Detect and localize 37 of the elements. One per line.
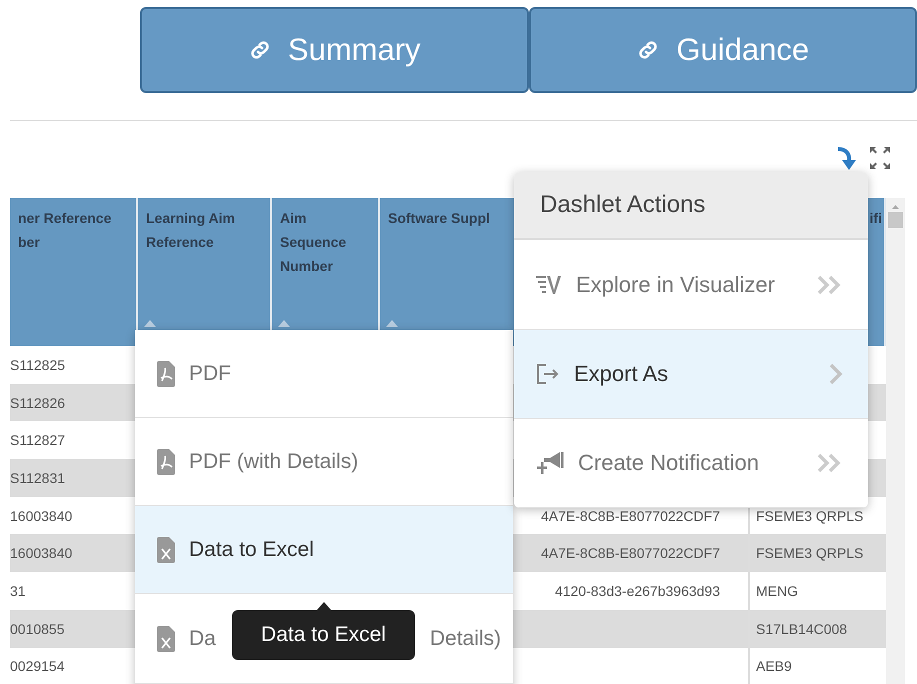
table-cell: S112826 <box>10 384 138 422</box>
table-cell: 16003840 <box>10 534 138 572</box>
chart-letter-icon <box>536 274 562 296</box>
table-cell: FSEME3 QRPLS <box>748 534 886 572</box>
chevron-icon <box>828 362 844 386</box>
menu-item[interactable]: Data to Excel <box>135 506 513 594</box>
table-cell: 0010855 <box>10 610 138 648</box>
megaphone-icon <box>536 450 564 476</box>
column-header-label: ifi <box>870 209 882 228</box>
column-header-label: ner Reference ber <box>18 209 112 252</box>
menu-item[interactable]: Create Notification <box>514 419 868 508</box>
table-cell: AEB9 <box>748 648 886 684</box>
excel-file-icon <box>157 536 175 562</box>
menu-item[interactable]: PDF <box>135 330 513 418</box>
scrollbar[interactable] <box>886 198 905 684</box>
pdf-file-icon <box>157 360 175 386</box>
tab[interactable]: Summary <box>140 7 528 93</box>
column-header-label: Learning Aim Reference <box>146 209 236 252</box>
sort-triangle-icon[interactable] <box>144 320 156 328</box>
exit-icon <box>536 363 560 385</box>
sort-triangle-icon[interactable] <box>278 320 290 328</box>
menu-item[interactable]: Export As <box>514 330 868 419</box>
expand-icon[interactable] <box>870 147 890 169</box>
tab[interactable]: Guidance <box>528 7 917 93</box>
table-cell: S17LB14C008 <box>748 610 886 648</box>
menu-item[interactable]: Explore in Visualizer <box>514 240 868 330</box>
menu-title: Dashlet Actions <box>514 172 868 240</box>
table-cell: S112831 <box>10 459 138 497</box>
sort-triangle-icon[interactable] <box>386 320 398 328</box>
menu-item[interactable]: PDF (with Details) <box>135 418 513 506</box>
column-header-label: Software Suppl <box>388 209 490 228</box>
column-header[interactable]: ner Reference ber <box>10 198 138 346</box>
excel-file-icon <box>157 626 175 652</box>
column-header-label: Aim Sequence Number <box>280 209 348 276</box>
tooltip: Data to Excel <box>232 610 415 660</box>
pdf-file-icon <box>157 448 175 474</box>
curved-arrow-icon[interactable] <box>836 147 856 171</box>
